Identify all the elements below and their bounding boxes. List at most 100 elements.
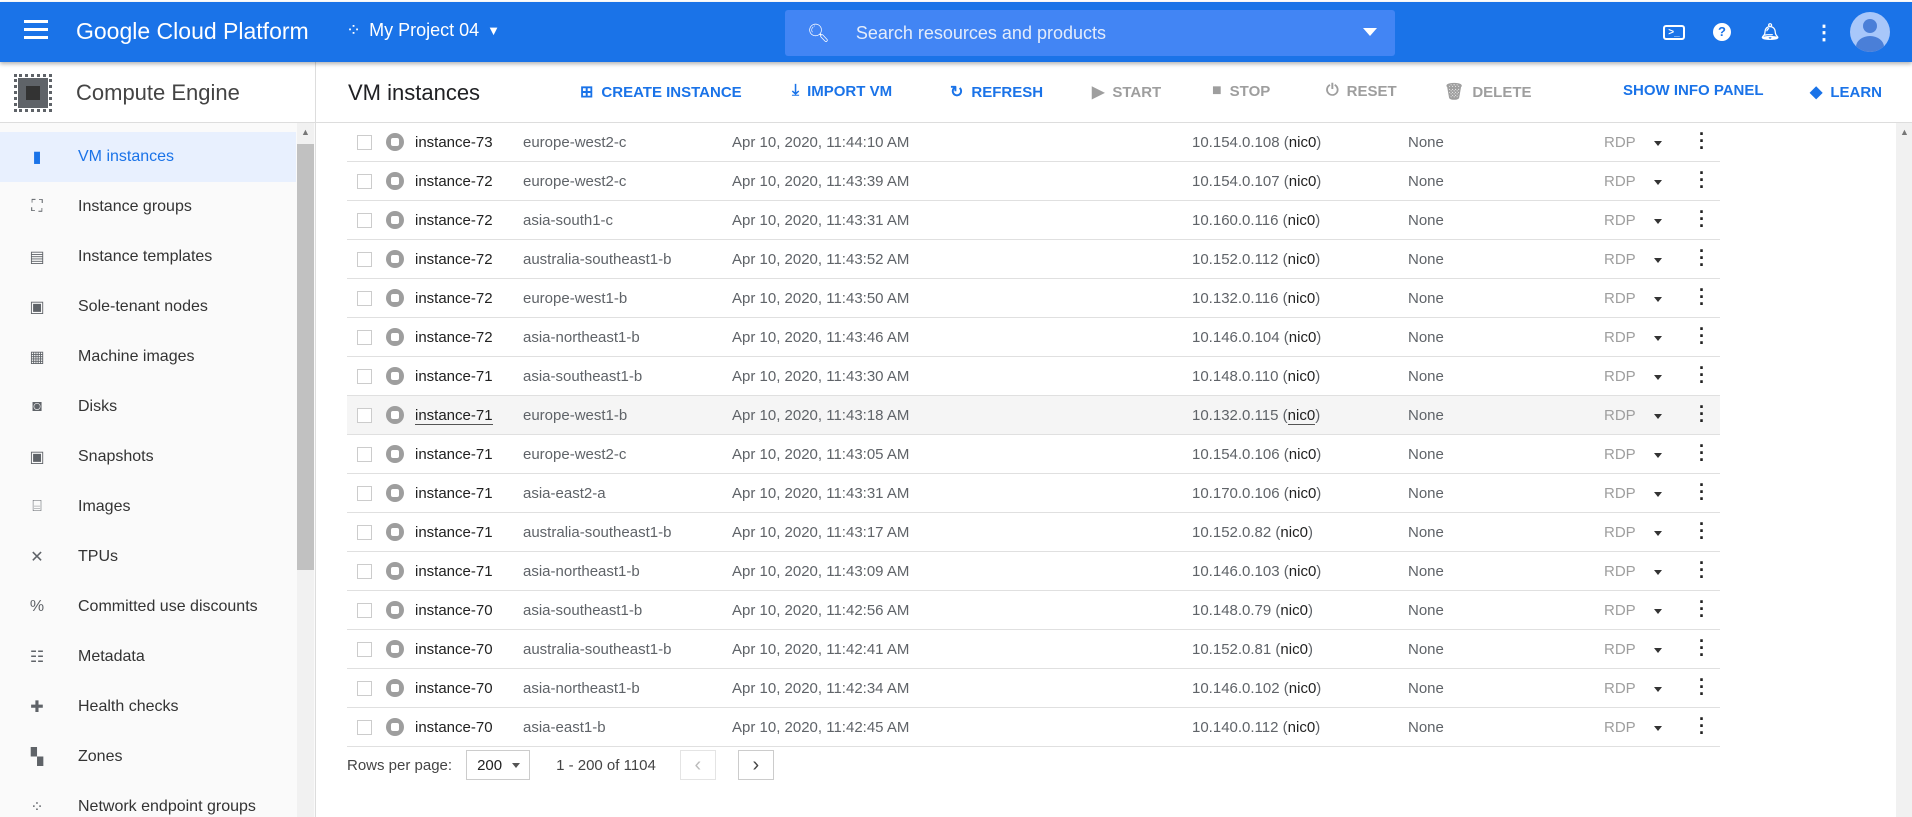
instance-name-link[interactable]: instance-71 <box>415 407 493 425</box>
sidebar-scrollbar[interactable]: ▲ <box>297 123 314 817</box>
row-checkbox[interactable] <box>357 252 372 267</box>
sidebar-item-disks[interactable]: ◙ Disks <box>0 382 296 432</box>
learn-button[interactable]: ◆ LEARN <box>1810 82 1882 102</box>
row-checkbox[interactable] <box>357 447 372 462</box>
create-instance-button[interactable]: ⊞ CREATE INSTANCE <box>580 82 742 102</box>
instance-name-link[interactable]: instance-71 <box>415 368 493 385</box>
row-checkbox[interactable] <box>357 135 372 150</box>
connect-dropdown-icon[interactable] <box>1654 726 1662 731</box>
nic-link[interactable]: nic0 <box>1280 602 1308 619</box>
more-vert-icon[interactable]: · · · <box>1699 554 1705 586</box>
row-checkbox[interactable] <box>357 642 372 657</box>
sidebar-item-network-endpoint-groups[interactable]: ⁘ Network endpoint groups <box>0 782 296 817</box>
connect-dropdown-icon[interactable] <box>1654 531 1662 536</box>
nic-link[interactable]: nic0 <box>1288 212 1316 229</box>
project-selector[interactable]: ⁘ My Project 04 ▼ <box>346 20 500 41</box>
row-checkbox[interactable] <box>357 174 372 189</box>
more-vert-icon[interactable]: · · · <box>1699 632 1705 664</box>
connect-dropdown-icon[interactable] <box>1654 648 1662 653</box>
connect-rdp-button[interactable]: RDP <box>1604 485 1636 502</box>
more-vert-icon[interactable]: · · · <box>1699 203 1705 235</box>
instance-name-link[interactable]: instance-71 <box>415 446 493 463</box>
connect-rdp-button[interactable]: RDP <box>1604 173 1636 190</box>
row-checkbox[interactable] <box>357 603 372 618</box>
nic-link[interactable]: nic0 <box>1288 251 1316 268</box>
more-vert-icon[interactable]: · · · <box>1699 710 1705 742</box>
more-vert-icon[interactable]: · · · <box>1699 359 1705 391</box>
sidebar-item-zones[interactable]: ▚ Zones <box>0 732 296 782</box>
menu-icon[interactable] <box>24 20 48 40</box>
row-checkbox[interactable] <box>357 213 372 228</box>
connect-rdp-button[interactable]: RDP <box>1604 368 1636 385</box>
sidebar-item-instance-templates[interactable]: ▤ Instance templates <box>0 232 296 282</box>
help-icon[interactable]: ? <box>1710 20 1734 44</box>
more-vert-icon[interactable]: · · · <box>1699 476 1705 508</box>
more-vert-icon[interactable]: · · · <box>1699 671 1705 703</box>
nic-link[interactable]: nic0 <box>1289 680 1317 697</box>
sidebar-item-vm-instances[interactable]: ▮ VM instances <box>0 132 296 182</box>
row-checkbox[interactable] <box>357 291 372 306</box>
row-checkbox[interactable] <box>357 564 372 579</box>
previous-page-button[interactable]: ‹ <box>679 750 716 780</box>
instance-name-link[interactable]: instance-70 <box>415 680 493 697</box>
nic-link[interactable]: nic0 <box>1289 563 1317 580</box>
cloud-shell-icon[interactable]: >_ <box>1662 20 1686 44</box>
instance-name-link[interactable]: instance-72 <box>415 212 493 229</box>
connect-dropdown-icon[interactable] <box>1654 180 1662 185</box>
nic-link[interactable]: nic0 <box>1288 719 1316 736</box>
connect-rdp-button[interactable]: RDP <box>1604 446 1636 463</box>
more-vert-icon[interactable]: · · · <box>1699 515 1705 547</box>
instance-name-link[interactable]: instance-72 <box>415 329 493 346</box>
connect-dropdown-icon[interactable] <box>1654 336 1662 341</box>
connect-rdp-button[interactable]: RDP <box>1604 329 1636 346</box>
connect-rdp-button[interactable]: RDP <box>1604 251 1636 268</box>
instance-name-link[interactable]: instance-72 <box>415 173 493 190</box>
nic-link[interactable]: nic0 <box>1289 485 1317 502</box>
connect-dropdown-icon[interactable] <box>1654 570 1662 575</box>
sidebar-item-instance-groups[interactable]: ⛶ Instance groups <box>0 182 296 232</box>
row-checkbox[interactable] <box>357 330 372 345</box>
rows-per-page-select[interactable]: 200 <box>466 750 531 780</box>
sidebar-item-tpus[interactable]: ✕ TPUs <box>0 532 296 582</box>
connect-dropdown-icon[interactable] <box>1654 141 1662 146</box>
delete-button[interactable]: 🗑︎ DELETE <box>1444 82 1532 102</box>
more-vert-icon[interactable]: · · · <box>1699 593 1705 625</box>
sidebar-item-snapshots[interactable]: ▣ Snapshots <box>0 432 296 482</box>
row-checkbox[interactable] <box>357 525 372 540</box>
more-vert-icon[interactable]: · · · <box>1699 320 1705 352</box>
import-vm-button[interactable]: ⤓ IMPORT VM <box>792 82 892 100</box>
connect-rdp-button[interactable]: RDP <box>1604 290 1636 307</box>
nic-link[interactable]: nic0 <box>1289 134 1317 151</box>
connect-rdp-button[interactable]: RDP <box>1604 212 1636 229</box>
connect-rdp-button[interactable]: RDP <box>1604 641 1636 658</box>
more-vert-icon[interactable]: · · · <box>1699 437 1705 469</box>
row-checkbox[interactable] <box>357 681 372 696</box>
stop-button[interactable]: ■ STOP <box>1212 82 1270 100</box>
instance-name-link[interactable]: instance-72 <box>415 290 493 307</box>
scroll-up-icon[interactable]: ▲ <box>301 127 310 137</box>
connect-rdp-button[interactable]: RDP <box>1604 134 1636 151</box>
sidebar-item-sole-tenant-nodes[interactable]: ▣ Sole-tenant nodes <box>0 282 296 332</box>
connect-rdp-button[interactable]: RDP <box>1604 602 1636 619</box>
connect-rdp-button[interactable]: RDP <box>1604 524 1636 541</box>
nic-link[interactable]: nic0 <box>1289 329 1317 346</box>
show-info-panel-button[interactable]: SHOW INFO PANEL <box>1623 82 1764 99</box>
page-scrollbar[interactable]: ▲ <box>1896 123 1912 817</box>
reset-button[interactable]: ⏻ RESET <box>1326 82 1397 100</box>
nic-link[interactable]: nic0 <box>1280 524 1308 541</box>
row-checkbox[interactable] <box>357 408 372 423</box>
connect-rdp-button[interactable]: RDP <box>1604 407 1636 424</box>
search-dropdown-icon[interactable] <box>1363 28 1377 36</box>
nic-link[interactable]: nic0 <box>1280 641 1308 658</box>
more-vert-icon[interactable]: · · · <box>1699 281 1705 313</box>
sidebar-item-images[interactable]: ⌸ Images <box>0 482 296 532</box>
row-checkbox[interactable] <box>357 486 372 501</box>
scroll-up-icon[interactable]: ▲ <box>1900 127 1909 137</box>
more-vert-icon[interactable]: · · · <box>1699 125 1705 157</box>
more-vert-icon[interactable]: · · · <box>1699 242 1705 274</box>
instance-name-link[interactable]: instance-71 <box>415 485 493 502</box>
row-checkbox[interactable] <box>357 720 372 735</box>
sidebar-item-health-checks[interactable]: ✚ Health checks <box>0 682 296 732</box>
connect-dropdown-icon[interactable] <box>1654 258 1662 263</box>
sidebar-item-metadata[interactable]: ☷ Metadata <box>0 632 296 682</box>
